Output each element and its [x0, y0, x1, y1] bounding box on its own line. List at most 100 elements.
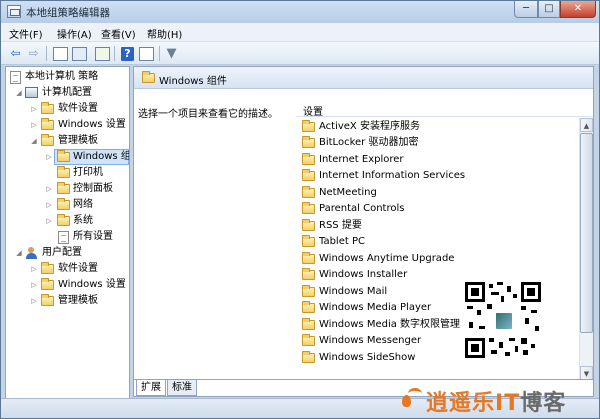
menu-action[interactable]: 操作(A)	[57, 26, 92, 41]
window-title: 本地组策略编辑器	[26, 7, 110, 19]
scroll-up-icon[interactable]: ▲	[580, 118, 593, 132]
brand-name: 逍遥乐IT博客	[426, 385, 566, 417]
tree-item-windows-settings[interactable]: ▷ Windows 设置	[6, 117, 129, 133]
list-item-label: Tablet PC	[319, 236, 365, 247]
toolbar-separator	[159, 46, 160, 61]
expand-arrow-icon[interactable]: ▷	[30, 261, 38, 277]
list-item-label: Windows Anytime Upgrade	[319, 253, 455, 264]
tree-item-printers[interactable]: 打印机	[6, 165, 129, 181]
menu-view[interactable]: 查看(V)	[101, 26, 136, 41]
collapse-arrow-icon[interactable]: ◢	[30, 133, 38, 149]
tree-item-root[interactable]: 本地计算机 策略	[6, 69, 129, 85]
toolbar-separator	[46, 46, 47, 61]
tree-item-software-settings[interactable]: ▷ 软件设置	[6, 101, 129, 117]
folder-icon	[41, 118, 54, 130]
folder-icon	[41, 294, 54, 306]
tree-item-control-panel[interactable]: ▷ 控制面板	[6, 181, 129, 197]
tree-item-label: Windows 组件	[73, 151, 130, 162]
filter-icon[interactable]: ▼	[163, 45, 180, 62]
list-item-label: Internet Information Services	[319, 170, 466, 181]
tree-item-label: Windows 设置	[58, 279, 126, 290]
tree-item-label: 所有设置	[73, 231, 113, 242]
tree-item-user-windows-settings[interactable]: ▷ Windows 设置	[6, 277, 129, 293]
tree-item-label: 软件设置	[58, 263, 98, 274]
minimize-button[interactable]: ─	[514, 1, 538, 18]
folder-icon	[41, 262, 54, 274]
qr-logo-icon	[495, 312, 513, 330]
expand-arrow-icon[interactable]: ▷	[45, 181, 53, 197]
tree-item-computer-config[interactable]: ◢ 计算机配置	[6, 85, 129, 101]
close-button[interactable]: ✕	[560, 1, 596, 18]
folder-icon	[302, 252, 315, 264]
expand-arrow-icon[interactable]: ▷	[30, 101, 38, 117]
list-item-label: NetMeeting	[319, 187, 377, 198]
tab-extended[interactable]: 扩展	[136, 380, 166, 396]
folder-icon	[302, 285, 315, 297]
expand-arrow-icon[interactable]: ▷	[30, 117, 38, 133]
folder-icon	[302, 318, 315, 330]
menu-help[interactable]: 帮助(H)	[147, 26, 182, 41]
list-item-label: BitLocker 驱动器加密	[319, 137, 419, 148]
export-list-icon[interactable]	[95, 47, 110, 61]
toolbar: ⇦ ⇨ ? ▼	[1, 42, 599, 65]
folder-icon	[41, 102, 54, 114]
expand-arrow-icon[interactable]: ▷	[30, 293, 38, 309]
folder-icon	[302, 202, 315, 214]
help-icon[interactable]: ?	[121, 47, 134, 61]
tree-item-windows-components[interactable]: ▷ Windows 组件	[6, 149, 129, 165]
tree-item-label: 用户配置	[42, 247, 82, 258]
navigation-tree[interactable]: 本地计算机 策略 ◢ 计算机配置 ▷ 软件设置 ▷ Windows 设置 ◢ 管…	[5, 66, 130, 410]
menu-file[interactable]: 文件(F)	[9, 26, 43, 41]
folder-icon	[302, 235, 315, 247]
tree-item-all-settings[interactable]: 所有设置	[6, 229, 129, 245]
tab-standard[interactable]: 标准	[167, 380, 197, 396]
tree-item-label: 系统	[73, 215, 93, 226]
tree-item-label: 管理模板	[58, 295, 98, 306]
list-item-label: RSS 提要	[319, 220, 362, 231]
list-item-label: Windows Messenger	[319, 335, 422, 346]
tree-item-network[interactable]: ▷ 网络	[6, 197, 129, 213]
folder-icon	[302, 169, 315, 181]
title-bar[interactable]: 本地组策略编辑器 ─ □ ✕	[1, 1, 599, 23]
tree-item-user-admin-templates[interactable]: ▷ 管理模板	[6, 293, 129, 309]
scroll-down-icon[interactable]: ▼	[580, 366, 593, 379]
tree-item-user-config[interactable]: ◢ 用户配置	[6, 245, 129, 261]
brand-logo-icon	[400, 387, 424, 409]
folder-icon	[302, 334, 315, 346]
description-text: 选择一个项目来查看它的描述。	[138, 109, 278, 120]
back-arrow-icon[interactable]: ⇦	[7, 45, 24, 62]
vertical-scrollbar[interactable]: ▲ ▼	[579, 118, 593, 379]
list-item-label: Internet Explorer	[319, 154, 404, 165]
expand-arrow-icon[interactable]: ▷	[45, 149, 53, 165]
scroll-thumb[interactable]	[580, 133, 593, 333]
tree-item-label: 打印机	[73, 167, 103, 178]
maximize-button[interactable]: □	[538, 1, 560, 18]
show-hide-tree-icon[interactable]	[72, 47, 87, 61]
tree-item-label: 管理模板	[58, 135, 98, 146]
list-item-label: ActiveX 安装程序服务	[319, 121, 420, 132]
tree-item-label: 网络	[73, 199, 93, 210]
pane-title: Windows 组件	[159, 76, 227, 87]
computer-icon	[25, 87, 38, 98]
tree-item-system[interactable]: ▷ 系统	[6, 213, 129, 229]
expand-arrow-icon[interactable]: ▷	[45, 197, 53, 213]
collapse-arrow-icon[interactable]: ◢	[15, 245, 23, 261]
expand-arrow-icon[interactable]: ▷	[30, 277, 38, 293]
folder-icon	[57, 166, 70, 178]
folder-icon	[142, 71, 155, 83]
tree-item-label: 计算机配置	[42, 87, 92, 98]
collapse-arrow-icon[interactable]: ◢	[15, 85, 23, 101]
tree-item-admin-templates[interactable]: ◢ 管理模板	[6, 133, 129, 149]
column-header-settings[interactable]: 设置	[297, 102, 593, 118]
up-folder-icon[interactable]	[53, 47, 68, 61]
tree-item-user-software-settings[interactable]: ▷ 软件设置	[6, 261, 129, 277]
folder-open-icon	[41, 134, 54, 146]
qr-code-image	[463, 280, 543, 360]
properties-icon[interactable]	[139, 47, 154, 61]
list-item-label: Windows Media 数字权限管理	[319, 319, 461, 330]
forward-arrow-icon[interactable]: ⇨	[25, 45, 42, 62]
folder-icon	[302, 351, 315, 363]
menu-bar: 文件(F) 操作(A) 查看(V) 帮助(H)	[1, 23, 599, 42]
expand-arrow-icon[interactable]: ▷	[45, 213, 53, 229]
settings-list[interactable]: 设置 ActiveX 安装程序服务 BitLocker 驱动器加密 Intern…	[297, 102, 593, 379]
